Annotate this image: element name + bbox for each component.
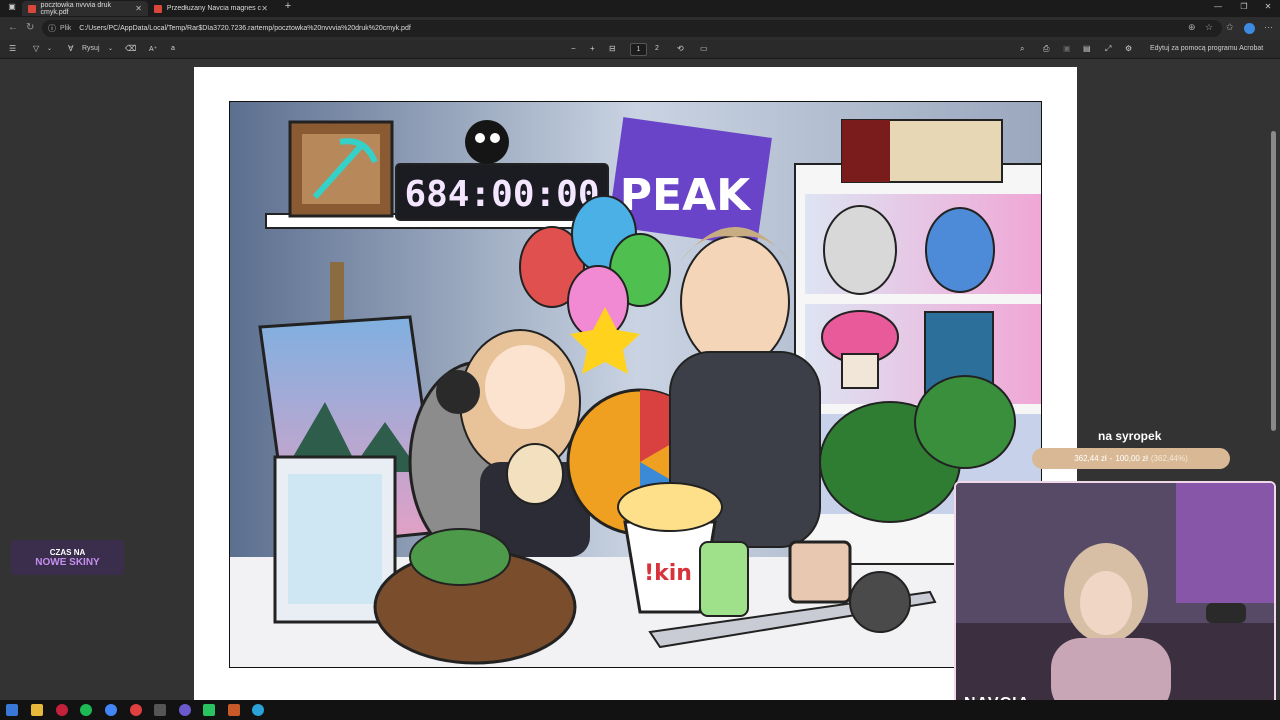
scrollbar[interactable] <box>1271 131 1276 431</box>
peak-text: PEAK <box>620 170 752 221</box>
timer-text: 684:00:00 <box>404 174 599 215</box>
draw-icon[interactable]: ∀ <box>68 44 73 53</box>
app-icon[interactable] <box>203 704 215 716</box>
tab-pdf-pocztowka[interactable]: pocztowka nvvvia druk cmyk.pdf ✕ <box>22 1 148 16</box>
title-bar: ▣ pocztowka nvvvia druk cmyk.pdf ✕ Przed… <box>0 0 1280 17</box>
illustration-svg: 684:00:00 PEAK !kin <box>230 102 1041 667</box>
chevron-down-icon[interactable]: ⌄ <box>108 45 113 52</box>
chrome-icon[interactable] <box>105 704 117 716</box>
eraser-icon[interactable]: ⌫ <box>125 44 136 53</box>
rotate-icon[interactable]: ⟲ <box>677 44 684 53</box>
close-tab-icon[interactable]: ✕ <box>261 4 268 13</box>
taskbar <box>0 700 1280 720</box>
settings-icon[interactable]: ⚙ <box>1125 44 1132 53</box>
fullscreen-icon[interactable]: ⤢ <box>1105 44 1111 54</box>
favorites-icon[interactable]: ✩ <box>1226 22 1234 33</box>
goal-target: 100,00 zł <box>1115 454 1148 463</box>
zoom-out-icon[interactable]: − <box>571 44 576 53</box>
green-drink <box>699 541 749 617</box>
close-window-icon[interactable]: ✕ <box>1258 2 1278 11</box>
accordion-body <box>842 120 890 182</box>
cup-text: !kin <box>644 561 692 586</box>
spotify-icon[interactable] <box>80 704 92 716</box>
more-menu-icon[interactable]: ⋯ <box>1264 22 1273 33</box>
save-icon[interactable]: ▣ <box>1063 44 1071 53</box>
page-total-value: 2 <box>655 45 659 52</box>
page-number-input[interactable]: 1 <box>630 43 647 56</box>
read-aloud-icon[interactable]: a <box>171 45 175 52</box>
url-prefix: Plik <box>60 25 72 32</box>
start-icon[interactable] <box>6 704 18 716</box>
tab-title: pocztowka nvvvia druk cmyk.pdf <box>40 1 111 16</box>
hamster-plush <box>823 205 897 295</box>
stitch-plush <box>925 207 995 293</box>
donation-goal-bar: 362,44 zł - 100,00 zł (362,44%) <box>1032 448 1230 469</box>
tab-pdf-magnes[interactable]: Przedłużany Navcia magnes cmyk... ✕ <box>148 1 274 16</box>
tab-title: Przedłużany Navcia magnes cmyk... <box>166 5 262 12</box>
app-icon[interactable] <box>228 704 240 716</box>
witcher-medallion <box>849 571 911 633</box>
maximize-icon[interactable]: ❐ <box>1234 2 1254 11</box>
new-tab-icon[interactable]: + <box>278 0 298 12</box>
edge-icon[interactable] <box>252 704 264 716</box>
webcam-svg <box>956 483 1274 716</box>
postcard-illustration: 684:00:00 PEAK !kin <box>229 101 1042 668</box>
save-as-icon[interactable]: ▤ <box>1083 44 1091 53</box>
explorer-icon[interactable] <box>31 704 43 716</box>
refresh-icon[interactable]: ↻ <box>26 22 34 33</box>
boy-face <box>680 235 790 369</box>
goal-separator: - <box>1109 454 1113 463</box>
zoom-in-icon[interactable]: + <box>590 44 595 53</box>
popcorn <box>617 482 723 532</box>
goal-title: na syropek <box>1098 429 1162 443</box>
chevron-down-icon[interactable]: ⌄ <box>47 45 52 52</box>
info-icon: ⓘ <box>48 24 56 33</box>
profile-avatar[interactable] <box>1244 23 1255 34</box>
opera-icon[interactable] <box>56 704 68 716</box>
url-text: C:/Users/PC/AppData/Local/Temp/Rar$DIa37… <box>79 25 411 32</box>
zoom-icon[interactable]: ⊕ <box>1188 22 1196 33</box>
obs-icon[interactable] <box>130 704 142 716</box>
badge-line2: NOWE SKINY <box>35 556 100 568</box>
webcam-overlay: NAVCIA <box>954 481 1276 718</box>
search-icon[interactable]: ⌕ <box>1020 44 1024 54</box>
soot-sprite <box>465 120 509 164</box>
microphone <box>1206 603 1246 623</box>
address-bar: ← ↻ ⓘ Plik C:/Users/PC/AppData/Local/Tem… <box>0 17 1280 40</box>
back-icon[interactable]: ← <box>8 22 18 33</box>
url-input[interactable]: ⓘ Plik C:/Users/PC/AppData/Local/Temp/Ra… <box>42 20 1222 37</box>
print-icon[interactable]: ⎙ <box>1043 44 1049 54</box>
text-icon[interactable]: A⁺ <box>149 45 157 53</box>
pdf-icon <box>154 4 162 13</box>
pdf-icon <box>28 4 36 13</box>
turtle-plush <box>409 528 511 586</box>
mushroom-mug <box>788 540 852 604</box>
goal-amount: 362,44 zł <box>1074 454 1107 463</box>
page-view-icon[interactable]: ▭ <box>700 44 708 53</box>
draw-label[interactable]: Rysuj <box>82 45 100 52</box>
headphones <box>436 370 480 414</box>
page-total: 2 <box>655 45 659 52</box>
minimize-icon[interactable]: — <box>1208 2 1228 11</box>
terminal-icon[interactable] <box>154 704 166 716</box>
fit-page-icon[interactable]: ⊟ <box>609 44 616 53</box>
badge-line1: CZAS NA <box>49 547 86 557</box>
discord-icon[interactable] <box>179 704 191 716</box>
skins-badge: CZAS NA NOWE SKINY <box>11 540 124 575</box>
contents-icon[interactable]: ☰ <box>9 44 16 53</box>
close-tab-icon[interactable]: ✕ <box>135 4 142 13</box>
favorite-star-icon[interactable]: ☆ <box>1205 22 1213 33</box>
goal-percent: (362,44%) <box>1150 454 1188 463</box>
window-menu-icon[interactable]: ▣ <box>2 2 22 11</box>
girl-face <box>485 345 565 429</box>
dog <box>506 443 564 505</box>
pdf-toolbar: ☰ ▽ ⌄ ∀ Rysuj ⌄ ⌫ A⁺ a − + ⊟ 1 2 ⟲ ▭ ⌕ ⎙… <box>0 40 1280 59</box>
highlight-icon[interactable]: ▽ <box>33 44 39 53</box>
edit-acrobat-button[interactable]: Edytuj za pomocą programu Acrobat <box>1150 45 1263 52</box>
